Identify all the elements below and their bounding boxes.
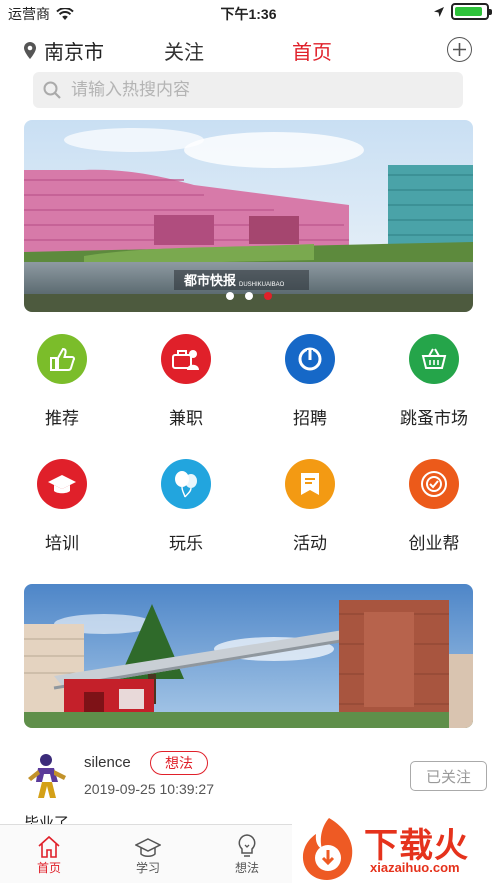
tab-label: 想法 — [234, 861, 259, 875]
banner-sign-sub: DUSHIKUAIBAO — [239, 282, 285, 288]
thumbs-up-icon — [37, 334, 87, 384]
briefcase-person-icon — [161, 334, 211, 384]
banner-sign-text: 都市快报 — [183, 273, 237, 288]
tab-home[interactable]: 首页 — [292, 36, 332, 65]
follow-button[interactable]: 已关注 — [410, 761, 487, 791]
power-icon — [285, 334, 335, 384]
city-label: 南京市 — [44, 42, 104, 64]
search-input[interactable] — [71, 80, 431, 100]
post-username[interactable]: silence — [84, 754, 131, 771]
status-time: 下午1:36 — [220, 6, 277, 22]
category-label: 推荐 — [45, 409, 79, 428]
lightbulb-icon — [238, 834, 256, 857]
status-bar: 运营商 下午1:36 — [0, 0, 497, 26]
battery-icon — [451, 3, 492, 20]
home-icon — [38, 835, 60, 858]
category-fun[interactable]: 玩乐 — [124, 459, 248, 554]
category-training[interactable]: 培训 — [0, 459, 124, 554]
flame-logo-icon — [302, 818, 353, 880]
flag-card-icon — [285, 459, 335, 509]
target-badge-icon — [409, 459, 459, 509]
category-label: 创业帮 — [408, 534, 460, 553]
banner-carousel[interactable]: 都市快报 DUSHIKUAIBAO — [24, 120, 473, 312]
category-label: 招聘 — [293, 409, 327, 428]
category-activity[interactable]: 活动 — [248, 459, 372, 554]
tab-home-bottom[interactable]: 首页 — [19, 831, 79, 876]
tab-learn[interactable]: 学习 — [118, 831, 178, 876]
balloons-icon — [161, 459, 211, 509]
category-flea-market[interactable]: 跳蚤市场 — [372, 334, 496, 429]
status-right-group — [433, 3, 492, 20]
carousel-dot-active[interactable] — [263, 292, 272, 300]
category-startup[interactable]: 创业帮 — [372, 459, 496, 554]
category-recruit[interactable]: 招聘 — [248, 334, 372, 429]
tab-label: 首页 — [36, 861, 61, 875]
basket-icon — [409, 334, 459, 384]
graduation-cap-icon — [37, 459, 87, 509]
carousel-dots — [24, 292, 473, 300]
carousel-dot[interactable] — [225, 292, 234, 300]
category-recommend[interactable]: 推荐 — [0, 334, 124, 429]
category-label: 培训 — [45, 534, 79, 553]
graduation-cap-outline-icon — [135, 838, 161, 857]
battery-level-fill — [455, 7, 482, 16]
avatar[interactable] — [24, 750, 72, 804]
city-selector[interactable]: 南京市 — [24, 36, 104, 65]
watermark-url: xiazaihuo.com — [370, 860, 460, 875]
category-parttime[interactable]: 兼职 — [124, 334, 248, 429]
post-tag-badge[interactable]: 想法 — [150, 751, 208, 775]
category-label: 兼职 — [169, 409, 203, 428]
top-nav: 南京市 关注 首页 — [0, 26, 497, 72]
carousel-dot[interactable] — [244, 292, 253, 300]
location-pin-icon — [24, 42, 36, 59]
search-bar[interactable] — [33, 72, 463, 108]
watermark-logo: 下载火 xiazaihuo.com — [292, 812, 497, 883]
plus-circle-icon — [453, 43, 466, 56]
tab-label: 学习 — [135, 861, 160, 875]
add-button[interactable] — [447, 37, 472, 62]
post-image[interactable] — [24, 584, 473, 728]
post-timestamp: 2019-09-25 10:39:27 — [84, 781, 214, 797]
category-label: 跳蚤市场 — [400, 409, 468, 428]
tab-ideas[interactable]: 想法 — [217, 831, 277, 876]
search-icon — [43, 81, 61, 99]
tab-follow[interactable]: 关注 — [164, 36, 204, 65]
campus-gate-image — [24, 584, 473, 728]
banner-image: 都市快报 DUSHIKUAIBAO — [24, 120, 473, 312]
category-label: 活动 — [293, 534, 327, 553]
post-author-row: silence 想法 2019-09-25 10:39:27 已关注 — [24, 746, 487, 806]
location-arrow-icon — [434, 6, 444, 17]
category-label: 玩乐 — [169, 534, 203, 553]
